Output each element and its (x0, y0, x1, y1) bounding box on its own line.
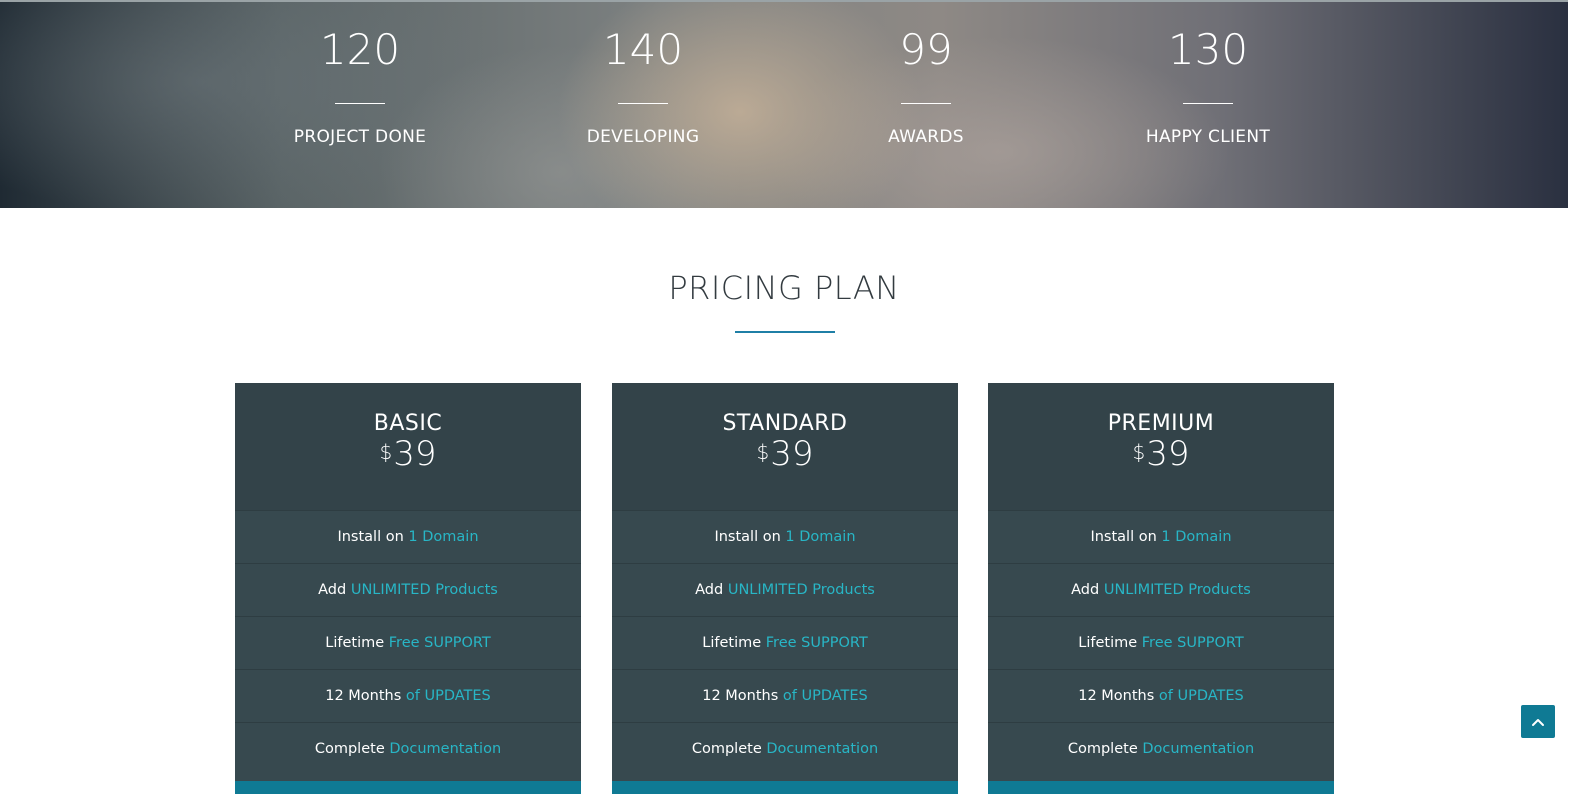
plan-feature: Complete Documentation (612, 722, 958, 775)
plan-price: $39 (988, 433, 1334, 475)
plan-feature: 12 Months of UPDATES (612, 669, 958, 722)
section-title: PRICING PLAN (668, 269, 900, 307)
plan-feature: Lifetime Free SUPPORT (612, 616, 958, 669)
feature-highlight: Free SUPPORT (388, 635, 491, 651)
back-to-top-button[interactable] (1521, 705, 1555, 738)
price-amount: 39 (1146, 434, 1190, 474)
plan-feature: Install on 1 Domain (612, 510, 958, 563)
currency-symbol: $ (379, 440, 393, 464)
stat-number: 120 (319, 25, 401, 74)
feature-highlight: 1 Domain (1161, 529, 1232, 545)
plan-feature: Complete Documentation (235, 722, 581, 775)
stat-divider (1183, 103, 1233, 104)
feature-highlight: Documentation (766, 741, 879, 757)
plan-header: PREMIUM $39 (988, 383, 1334, 510)
plan-card-premium: PREMIUM $39 Install on 1 Domain Add UNLI… (988, 383, 1334, 794)
feature-highlight: Free SUPPORT (1141, 635, 1244, 651)
stat-number: 130 (1167, 25, 1249, 74)
plan-feature: Lifetime Free SUPPORT (988, 616, 1334, 669)
stats-banner: 120 PROJECT DONE 140 DEVELOPING 99 AWARD… (0, 0, 1568, 208)
feature-text: Lifetime (1078, 635, 1138, 651)
plan-card-basic: BASIC $39 Install on 1 Domain Add UNLIMI… (235, 383, 581, 794)
feature-highlight: UNLIMITED Products (1103, 582, 1251, 598)
stat-label: HAPPY CLIENT (1145, 127, 1271, 147)
feature-text: 12 Months (1078, 688, 1155, 704)
title-divider (735, 331, 835, 333)
plan-price: $39 (235, 433, 581, 475)
feature-text: Add (318, 582, 347, 598)
plan-feature: Install on 1 Domain (988, 510, 1334, 563)
stat-divider (901, 103, 951, 104)
feature-highlight: Free SUPPORT (765, 635, 868, 651)
plan-price: $39 (612, 433, 958, 475)
plan-card-standard: STANDARD $39 Install on 1 Domain Add UNL… (612, 383, 958, 794)
plan-feature: 12 Months of UPDATES (988, 669, 1334, 722)
feature-text: Install on (714, 529, 781, 545)
plan-feature: Install on 1 Domain (235, 510, 581, 563)
plan-feature: Add UNLIMITED Products (612, 563, 958, 616)
feature-highlight: UNLIMITED Products (350, 582, 498, 598)
plan-header: STANDARD $39 (612, 383, 958, 510)
price-amount: 39 (770, 434, 814, 474)
feature-text: 12 Months (325, 688, 402, 704)
feature-text: Install on (1090, 529, 1157, 545)
stat-label: PROJECT DONE (293, 127, 427, 147)
plan-select-button[interactable] (235, 781, 581, 794)
stat-divider (335, 103, 385, 104)
feature-highlight: 1 Domain (785, 529, 856, 545)
chevron-up-icon (1532, 719, 1544, 726)
plan-feature: Lifetime Free SUPPORT (235, 616, 581, 669)
stat-label: DEVELOPING (586, 127, 700, 147)
feature-text: Install on (337, 529, 404, 545)
price-amount: 39 (393, 434, 437, 474)
plan-feature: Complete Documentation (988, 722, 1334, 775)
feature-text: Add (1071, 582, 1100, 598)
plan-feature: Add UNLIMITED Products (988, 563, 1334, 616)
feature-text: Lifetime (325, 635, 385, 651)
stat-number: 99 (899, 25, 953, 74)
feature-text: Add (695, 582, 724, 598)
feature-text: Complete (691, 741, 762, 757)
feature-highlight: 1 Domain (408, 529, 479, 545)
stat-number: 140 (602, 25, 684, 74)
stat-divider (618, 103, 668, 104)
feature-highlight: UNLIMITED Products (727, 582, 875, 598)
feature-text: 12 Months (702, 688, 779, 704)
currency-symbol: $ (756, 440, 770, 464)
feature-text: Complete (314, 741, 385, 757)
stat-label: AWARDS (888, 127, 964, 147)
feature-highlight: Documentation (389, 741, 502, 757)
currency-symbol: $ (1132, 440, 1146, 464)
feature-text: Complete (1067, 741, 1138, 757)
feature-highlight: of UPDATES (405, 688, 491, 704)
plan-feature: 12 Months of UPDATES (235, 669, 581, 722)
plan-select-button[interactable] (612, 781, 958, 794)
plan-header: BASIC $39 (235, 383, 581, 510)
feature-highlight: of UPDATES (1158, 688, 1244, 704)
feature-highlight: Documentation (1142, 741, 1255, 757)
plan-select-button[interactable] (988, 781, 1334, 794)
plan-feature: Add UNLIMITED Products (235, 563, 581, 616)
feature-highlight: of UPDATES (782, 688, 868, 704)
feature-text: Lifetime (702, 635, 762, 651)
